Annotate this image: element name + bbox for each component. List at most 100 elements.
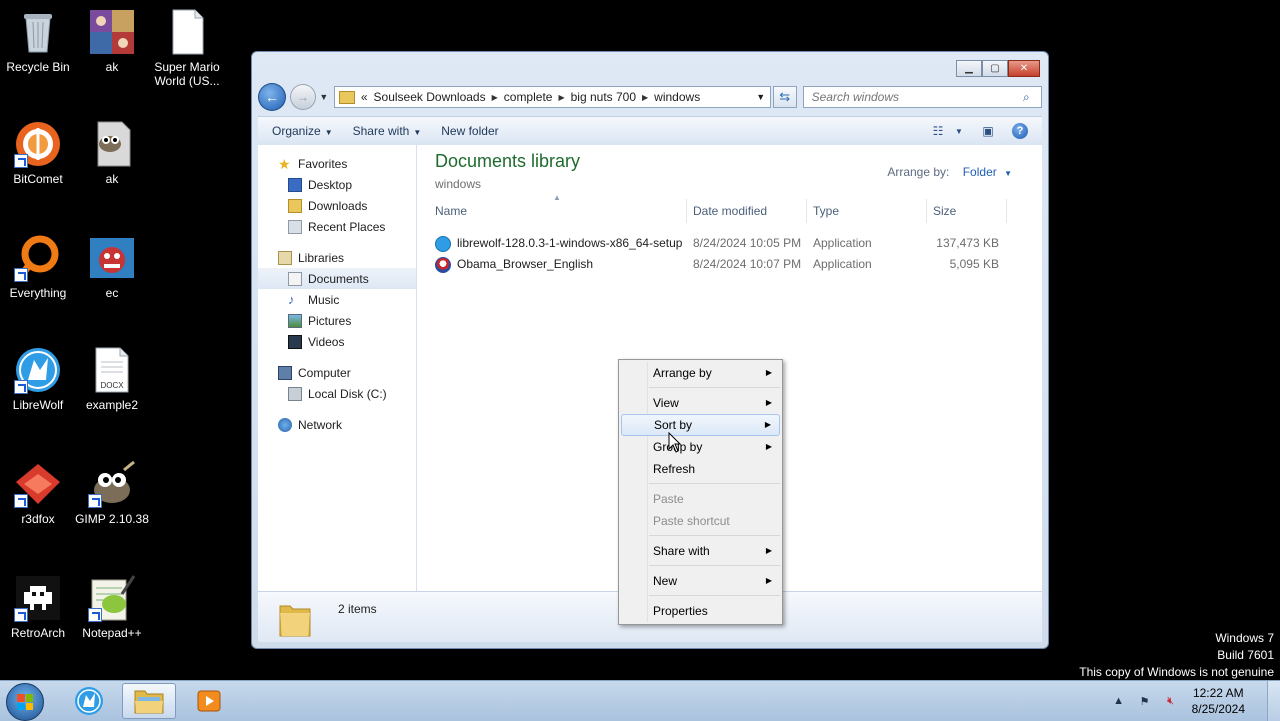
- retroarch-icon: [14, 574, 62, 622]
- nav-network[interactable]: Network: [258, 414, 416, 435]
- menu-item-paste[interactable]: Paste: [621, 488, 780, 510]
- desktop-icon-recycle-bin[interactable]: Recycle Bin: [0, 8, 76, 74]
- file-row[interactable]: Obama_Browser_English 8/24/2024 10:07 PM…: [429, 254, 1013, 275]
- clock[interactable]: 12:22 AM 8/25/2024: [1192, 685, 1245, 717]
- star-icon: ★: [278, 155, 291, 172]
- file-type: Application: [813, 236, 872, 250]
- nav-label: Local Disk (C:): [308, 386, 387, 401]
- maximize-button[interactable]: ▢: [982, 60, 1008, 77]
- view-dropdown-button[interactable]: ▼: [954, 122, 964, 140]
- menu-item-paste-shortcut[interactable]: Paste shortcut: [621, 510, 780, 532]
- desktop-icon-ak-2[interactable]: ak: [74, 120, 150, 186]
- breadcrumb-big-nuts-700[interactable]: big nuts 700: [571, 90, 636, 104]
- chevron-right-icon[interactable]: ▶: [558, 93, 564, 102]
- menu-item-refresh[interactable]: Refresh: [621, 458, 780, 480]
- menu-item-arrange-by[interactable]: Arrange by ▶: [621, 362, 780, 384]
- nav-libraries[interactable]: Libraries: [258, 247, 416, 268]
- nav-label: Videos: [308, 334, 345, 349]
- search-box[interactable]: ⌕: [802, 86, 1042, 108]
- show-hidden-icons-button[interactable]: ▲: [1111, 693, 1127, 709]
- chevron-down-icon[interactable]: ▼: [1004, 169, 1012, 178]
- desktop-icon-ak[interactable]: ak: [74, 8, 150, 74]
- pictures-icon: [288, 313, 302, 328]
- organize-button[interactable]: Organize ▼: [272, 124, 333, 138]
- column-header-type[interactable]: Type: [807, 199, 927, 223]
- desktop-icon-label: Notepad++: [82, 626, 142, 640]
- desktop-icon-notepadpp[interactable]: Notepad++: [74, 574, 150, 640]
- refresh-button[interactable]: ⇆: [772, 86, 797, 108]
- recycle-bin-icon: [14, 8, 62, 56]
- taskbar-librewolf[interactable]: [62, 683, 116, 719]
- navigation-bar: ← → ▼ « Soulseek Downloads ▶ complete ▶ …: [258, 82, 1042, 112]
- context-menu: Arrange by ▶ View ▶ Sort by ▶ Group by ▶ Ref…: [618, 359, 783, 625]
- search-icon[interactable]: ⌕: [1023, 90, 1041, 105]
- arrange-by-dropdown[interactable]: Folder: [963, 165, 997, 179]
- desktop-icon-everything[interactable]: Everything: [0, 234, 76, 300]
- help-button[interactable]: ?: [1010, 122, 1030, 140]
- address-bar[interactable]: « Soulseek Downloads ▶ complete ▶ big nu…: [333, 86, 771, 108]
- breadcrumb-windows[interactable]: windows: [654, 90, 700, 104]
- nav-favorites[interactable]: ★ Favorites: [258, 153, 416, 174]
- nav-label: Documents: [308, 271, 369, 286]
- menu-item-new[interactable]: New ▶: [621, 570, 780, 592]
- nav-videos[interactable]: Videos: [258, 331, 416, 352]
- chevron-right-icon[interactable]: ▶: [492, 93, 498, 102]
- nav-music[interactable]: ♪ Music: [258, 289, 416, 310]
- desktop-icon-label: LibreWolf: [12, 398, 64, 412]
- new-folder-button[interactable]: New folder: [441, 124, 498, 138]
- address-history-button[interactable]: ▼: [752, 92, 770, 102]
- show-desktop-button[interactable]: [1267, 681, 1280, 721]
- submenu-arrow-icon: ▶: [765, 546, 772, 555]
- file-row[interactable]: librewolf-128.0.3-1-windows-x86_64-setup…: [429, 233, 1013, 254]
- column-header-size[interactable]: Size: [927, 199, 1007, 223]
- chevron-right-icon[interactable]: ▶: [642, 93, 648, 102]
- taskbar-explorer[interactable]: [122, 683, 176, 719]
- menu-item-properties[interactable]: Properties: [621, 600, 780, 622]
- close-icon: ✕: [1019, 63, 1029, 74]
- search-input[interactable]: [809, 89, 1023, 105]
- menu-item-view[interactable]: View ▶: [621, 392, 780, 414]
- nav-downloads[interactable]: Downloads: [258, 195, 416, 216]
- windows-watermark: Windows 7 Build 7601 This copy of Window…: [1079, 630, 1274, 681]
- action-center-icon[interactable]: ⚑: [1137, 693, 1153, 709]
- desktop-icon-bitcomet[interactable]: BitComet: [0, 120, 76, 186]
- desktop-icon-r3dfox[interactable]: r3dfox: [0, 460, 76, 526]
- refresh-icon: ⇆: [779, 89, 791, 104]
- view-options-button[interactable]: ☷: [928, 122, 948, 140]
- desktop-icon-retroarch[interactable]: RetroArch: [0, 574, 76, 640]
- arrange-by: Arrange by: Folder ▼: [887, 165, 1012, 179]
- breadcrumb-complete[interactable]: complete: [504, 90, 553, 104]
- gimp-file-icon: [88, 120, 136, 168]
- share-with-button[interactable]: Share with ▼: [353, 124, 422, 138]
- back-button[interactable]: ←: [258, 83, 286, 111]
- preview-pane-button[interactable]: ▣: [978, 122, 998, 140]
- start-button[interactable]: [6, 683, 44, 721]
- nav-recent-places[interactable]: Recent Places: [258, 216, 416, 237]
- nav-documents[interactable]: Documents: [258, 268, 416, 289]
- nav-pictures[interactable]: Pictures: [258, 310, 416, 331]
- menu-item-sort-by[interactable]: Sort by ▶: [621, 414, 780, 436]
- desktop-icon-super-mario[interactable]: Super Mario World (US...: [148, 8, 226, 88]
- column-header-date[interactable]: Date modified: [687, 199, 807, 223]
- column-header-name[interactable]: Name: [429, 199, 687, 223]
- close-button[interactable]: ✕: [1008, 60, 1040, 77]
- details-view-icon: ☷: [932, 124, 944, 138]
- recent-pages-button[interactable]: ▼: [318, 92, 330, 102]
- menu-item-share-with[interactable]: Share with ▶: [621, 540, 780, 562]
- minimize-button[interactable]: ▁: [956, 60, 982, 77]
- breadcrumb-soulseek-downloads[interactable]: Soulseek Downloads: [374, 90, 486, 104]
- nav-computer[interactable]: Computer: [258, 362, 416, 383]
- watermark-line: This copy of Windows is not genuine: [1079, 665, 1274, 679]
- taskbar-media-player[interactable]: [182, 683, 236, 719]
- volume-muted-icon[interactable]: 🔇︎: [1163, 693, 1179, 709]
- nav-desktop[interactable]: Desktop: [258, 174, 416, 195]
- menu-item-group-by[interactable]: Group by ▶: [621, 436, 780, 458]
- desktop-icon-example2[interactable]: DOCX example2: [74, 346, 150, 412]
- forward-button[interactable]: →: [289, 84, 316, 110]
- desktop-icon-gimp[interactable]: GIMP 2.10.38: [74, 460, 150, 526]
- breadcrumb-overflow[interactable]: «: [361, 90, 368, 104]
- navigation-pane: ★ Favorites Desktop Downloads Recent Pla…: [258, 145, 417, 592]
- desktop-icon-ec[interactable]: ec: [74, 234, 150, 300]
- nav-local-disk[interactable]: Local Disk (C:): [258, 383, 416, 404]
- desktop-icon-librewolf[interactable]: LibreWolf: [0, 346, 76, 412]
